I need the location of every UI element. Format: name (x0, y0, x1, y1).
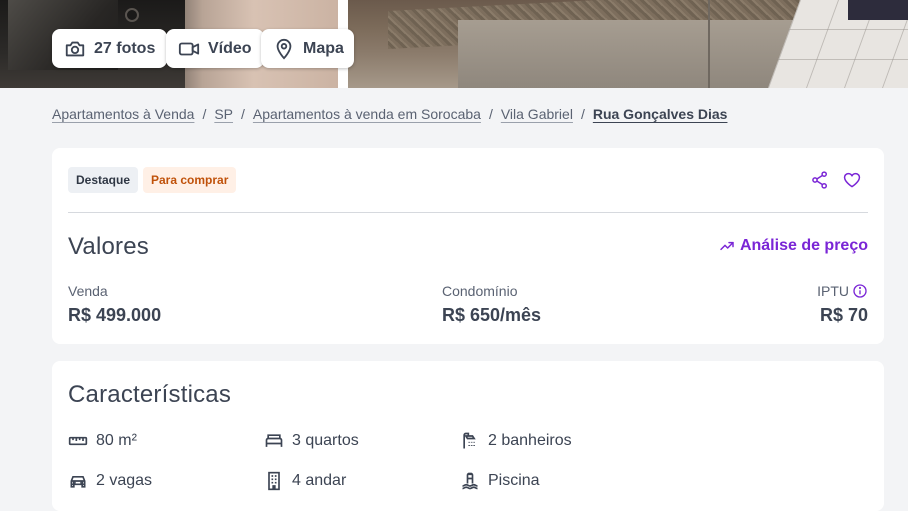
shower-icon (463, 432, 476, 449)
video-camera-icon (178, 42, 200, 55)
breadcrumb-separator: / (580, 106, 585, 122)
highlight-badge: Destaque (68, 167, 139, 193)
breadcrumb: Apartamentos à Venda / SP / Apartamentos… (52, 106, 727, 122)
values-title: Valores (68, 233, 149, 260)
sale-label: Venda (68, 283, 108, 299)
gallery-photo-kitchen-counter[interactable] (348, 0, 908, 88)
photo-detail-knob (125, 8, 139, 22)
info-icon[interactable] (852, 283, 868, 299)
map-button-label: Mapa (303, 39, 344, 57)
feature-floor-label: 4 andar (292, 472, 347, 489)
feature-bedrooms-label: 3 quartos (292, 432, 359, 449)
features-title: Características (68, 381, 232, 408)
map-pin-icon (276, 38, 292, 60)
feature-bathrooms: 2 banheiros (460, 431, 572, 451)
heart-icon (843, 172, 861, 188)
iptu-label-group: IPTU (817, 283, 868, 299)
breadcrumb-separator: / (202, 106, 207, 122)
breadcrumb-separator: / (488, 106, 493, 122)
trending-up-icon (720, 241, 734, 251)
feature-bedrooms: 3 quartos (264, 431, 359, 451)
video-button-label: Vídeo (208, 39, 252, 57)
feature-area-label: 80 m² (96, 432, 137, 449)
bed-icon (265, 434, 283, 447)
share-icon (812, 171, 827, 189)
photos-button-label: 27 fotos (94, 39, 156, 57)
breadcrumb-link-apartments-sale[interactable]: Apartamentos à Venda (52, 106, 194, 122)
share-button[interactable] (810, 170, 830, 190)
card-divider (68, 212, 868, 213)
iptu-label: IPTU (817, 283, 849, 299)
photos-button[interactable]: 27 fotos (52, 29, 168, 68)
photo-detail-cabinet-line (708, 0, 710, 88)
feature-area: 80 m² (68, 431, 137, 451)
feature-pool: Piscina (460, 471, 540, 491)
feature-parking: 2 vagas (68, 471, 152, 491)
breadcrumb-link-state[interactable]: SP (214, 106, 233, 122)
condo-value: R$ 650/mês (442, 305, 542, 325)
camera-icon (65, 41, 85, 56)
features-card: Características 80 m² 3 quartos 2 banhei… (52, 361, 884, 511)
price-analysis-link[interactable]: Análise de preço (719, 237, 868, 255)
photo-detail-dark-corner (848, 0, 908, 20)
purpose-badge: Para comprar (143, 167, 237, 193)
feature-parking-label: 2 vagas (96, 472, 153, 489)
breadcrumb-current-street[interactable]: Rua Gonçalves Dias (593, 106, 728, 122)
photo-detail-cabinet (458, 20, 798, 88)
video-button[interactable]: Vídeo (166, 29, 264, 68)
breadcrumb-separator: / (241, 106, 245, 122)
car-icon (70, 476, 86, 488)
building-icon (268, 471, 280, 491)
breadcrumb-link-city[interactable]: Apartamentos à venda em Sorocaba (253, 106, 481, 122)
iptu-value: R$ 70 (819, 305, 868, 325)
pool-icon (462, 472, 478, 490)
feature-bathrooms-label: 2 banheiros (488, 432, 572, 449)
condo-label: Condomínio (442, 283, 518, 299)
favorite-button[interactable] (842, 170, 862, 190)
photo-gallery[interactable]: 27 fotos Vídeo Mapa (0, 0, 908, 88)
sale-value: R$ 499.000 (68, 305, 162, 325)
breadcrumb-link-neighborhood[interactable]: Vila Gabriel (501, 106, 573, 122)
map-button[interactable]: Mapa (261, 29, 354, 68)
values-card: Destaque Para comprar Valores Análise de… (52, 148, 884, 344)
feature-floor: 4 andar (264, 471, 346, 491)
feature-pool-label: Piscina (488, 472, 540, 489)
ruler-icon (68, 436, 88, 446)
price-analysis-label: Análise de preço (739, 237, 868, 254)
